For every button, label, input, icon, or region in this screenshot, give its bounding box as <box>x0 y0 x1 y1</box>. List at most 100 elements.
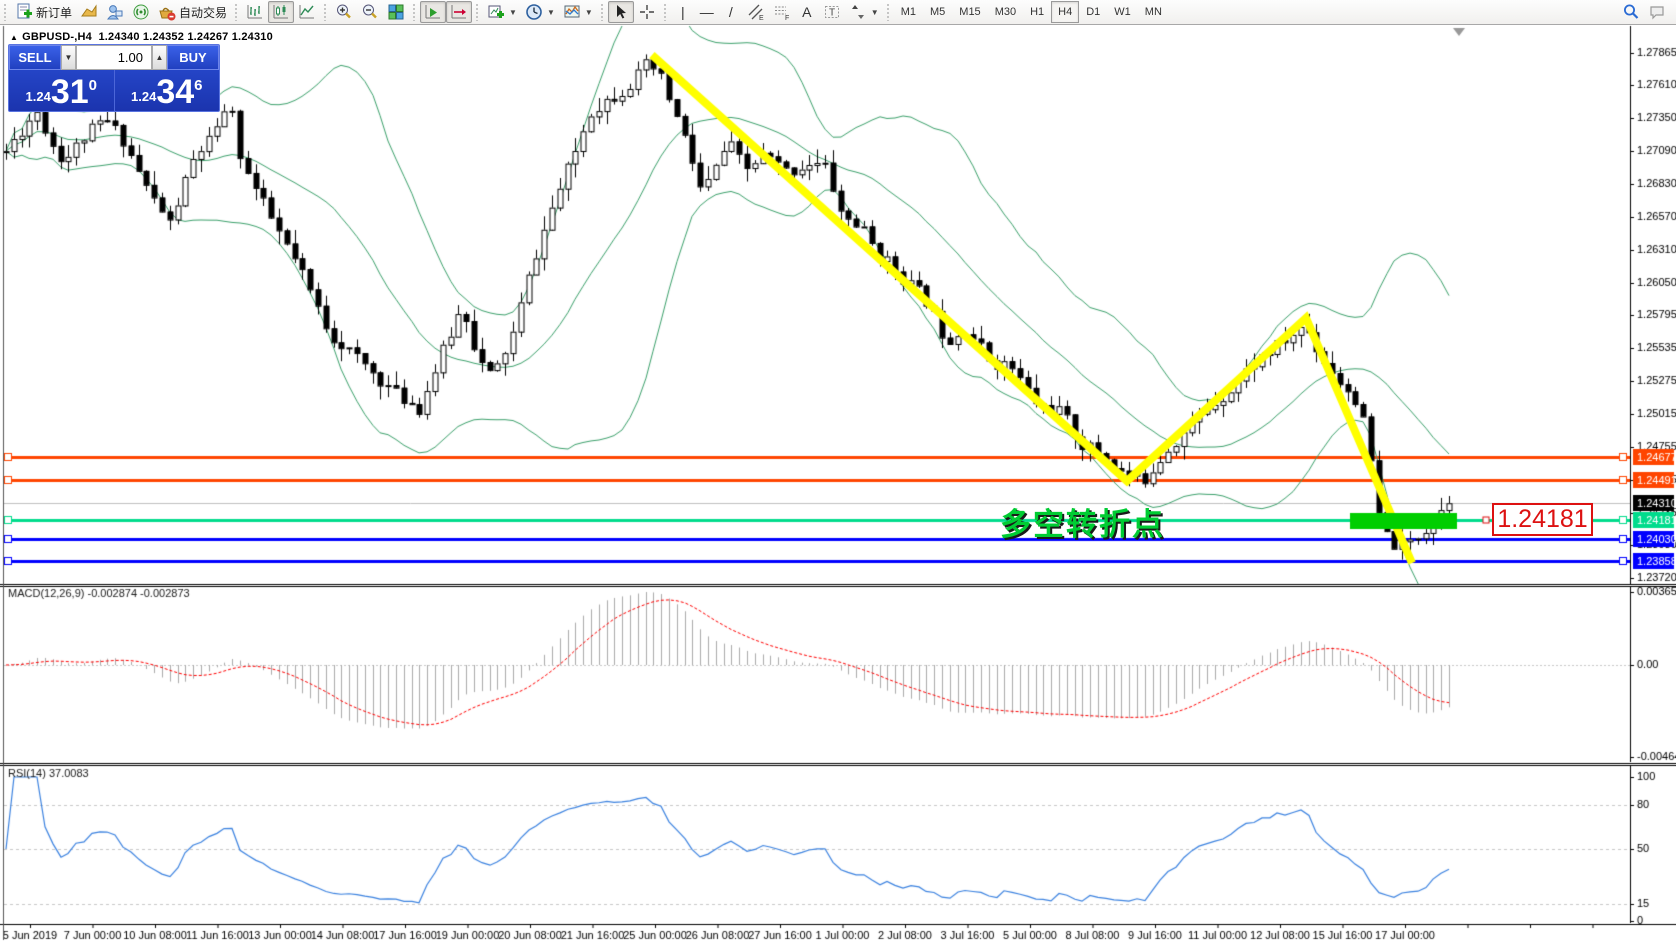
timeframe-H4[interactable]: H4 <box>1051 1 1079 23</box>
candlestick-chart-button[interactable] <box>268 1 294 23</box>
new-order-button[interactable]: 新订单 <box>11 1 76 23</box>
candlestick-chart-icon <box>272 3 290 21</box>
chart-canvas[interactable] <box>0 0 1676 949</box>
line-chart-icon <box>298 3 316 21</box>
toolbar-grip <box>323 3 328 21</box>
gold-profile-icon <box>80 3 98 21</box>
chart-annotation-text[interactable]: 多空转折点 <box>1000 499 1165 544</box>
bar-chart-button[interactable] <box>242 1 268 23</box>
text-label-tool-button[interactable]: T <box>819 1 845 23</box>
vline-icon: | <box>681 5 685 19</box>
mt4-window: 新订单 自动交易 <box>0 0 1676 949</box>
new-chart-button[interactable]: ▼ <box>483 1 521 23</box>
svg-text:T: T <box>829 8 835 19</box>
zoom-in-button[interactable] <box>331 1 357 23</box>
timeframe-M5[interactable]: M5 <box>923 1 952 23</box>
arrows-tool-button[interactable]: ▼ <box>845 1 883 23</box>
autotrade-icon <box>158 3 176 21</box>
line-chart-button[interactable] <box>294 1 320 23</box>
timeframe-D1[interactable]: D1 <box>1079 1 1107 23</box>
buy-price-sup: 6 <box>194 77 202 94</box>
svg-text:E: E <box>759 15 764 21</box>
text-tool-button[interactable]: A <box>795 1 819 23</box>
volume-input[interactable]: 1.00 <box>76 45 152 70</box>
tile-windows-icon <box>387 3 405 21</box>
market-watch-button[interactable] <box>102 1 128 23</box>
toolbar-grip <box>3 3 8 21</box>
toolbar-grip <box>412 3 417 21</box>
cursor-icon <box>612 3 630 21</box>
volume-down-button[interactable]: ▼ <box>61 45 76 70</box>
timeframe-MN[interactable]: MN <box>1138 1 1169 23</box>
arrows-icon <box>849 3 867 21</box>
toolbar-grip <box>663 3 668 21</box>
symbol-name: GBPUSD-,H4 <box>22 31 92 43</box>
symbol-header: ▲ GBPUSD-,H4 1.24340 1.24352 1.24267 1.24… <box>10 31 273 43</box>
timeframe-M15[interactable]: M15 <box>952 1 987 23</box>
volume-up-button[interactable]: ▲ <box>152 45 167 70</box>
chart-shift-icon <box>450 3 468 21</box>
buy-price-big: 34 <box>156 77 194 108</box>
search-icon[interactable] <box>1622 3 1640 21</box>
collapse-arrow-icon[interactable]: ▲ <box>10 33 18 42</box>
autoscroll-icon <box>424 3 442 21</box>
signal-icon <box>132 3 150 21</box>
new-chart-caret[interactable]: ▼ <box>509 8 517 17</box>
hline-icon: — <box>700 5 714 19</box>
indicators-caret[interactable]: ▼ <box>585 8 593 17</box>
signal-button[interactable] <box>128 1 154 23</box>
clock-icon <box>525 3 543 21</box>
timeframe-H1[interactable]: H1 <box>1023 1 1051 23</box>
main-toolbar: 新订单 自动交易 <box>0 0 1676 25</box>
autotrade-button[interactable]: 自动交易 <box>154 1 231 23</box>
sell-button[interactable]: SELL <box>9 45 61 70</box>
arrows-caret[interactable]: ▼ <box>871 8 879 17</box>
fibonacci-tool-button[interactable]: F <box>769 1 795 23</box>
chart-shift-button[interactable] <box>446 1 472 23</box>
timeframe-group: M1M5M15M30H1H4D1W1MN <box>894 1 1169 23</box>
trade-panel-prices: 1.24310 1.24346 <box>9 70 219 111</box>
sell-price-sup: 0 <box>89 77 97 94</box>
crosshair-icon <box>638 3 656 21</box>
trendline-icon: / <box>729 5 733 19</box>
new-order-label: 新订单 <box>36 4 72 21</box>
text-icon: A <box>802 5 811 19</box>
channel-icon: E <box>747 3 765 21</box>
vline-tool-button[interactable]: | <box>671 1 695 23</box>
zoom-in-icon <box>335 3 353 21</box>
autotrade-label: 自动交易 <box>179 4 227 21</box>
sell-price[interactable]: 1.24310 <box>9 70 115 111</box>
channel-tool-button[interactable]: E <box>743 1 769 23</box>
period-caret[interactable]: ▼ <box>547 8 555 17</box>
timeframe-W1[interactable]: W1 <box>1107 1 1138 23</box>
tile-windows-button[interactable] <box>383 1 409 23</box>
crosshair-tool-button[interactable] <box>634 1 660 23</box>
timeframe-M30[interactable]: M30 <box>988 1 1023 23</box>
price-callout-label[interactable]: 1.24181 <box>1492 503 1593 536</box>
trade-panel-controls: SELL ▼ 1.00 ▲ BUY <box>9 45 219 70</box>
period-button[interactable]: ▼ <box>521 1 559 23</box>
buy-button[interactable]: BUY <box>167 45 219 70</box>
autoscroll-button[interactable] <box>420 1 446 23</box>
indicators-icon <box>563 3 581 21</box>
indicators-button[interactable]: ▼ <box>559 1 597 23</box>
hline-tool-button[interactable]: — <box>695 1 719 23</box>
toolbar-grip <box>600 3 605 21</box>
chart-profile-button[interactable] <box>76 1 102 23</box>
chat-icon[interactable] <box>1648 3 1666 21</box>
text-label-icon: T <box>823 3 841 21</box>
zoom-out-button[interactable] <box>357 1 383 23</box>
toolbar-grip <box>886 3 891 21</box>
toolbar-right <box>1622 3 1676 21</box>
buy-price[interactable]: 1.24346 <box>115 70 220 111</box>
svg-text:F: F <box>785 15 789 21</box>
cursor-tool-button[interactable] <box>608 1 634 23</box>
buy-price-prefix: 1.24 <box>131 89 156 104</box>
bar-chart-icon <box>246 3 264 21</box>
toolbar-grip <box>475 3 480 21</box>
ohlc-values: 1.24340 1.24352 1.24267 1.24310 <box>98 31 272 43</box>
new-chart-icon <box>487 3 505 21</box>
sell-price-big: 31 <box>51 77 89 108</box>
trendline-tool-button[interactable]: / <box>719 1 743 23</box>
timeframe-M1[interactable]: M1 <box>894 1 923 23</box>
